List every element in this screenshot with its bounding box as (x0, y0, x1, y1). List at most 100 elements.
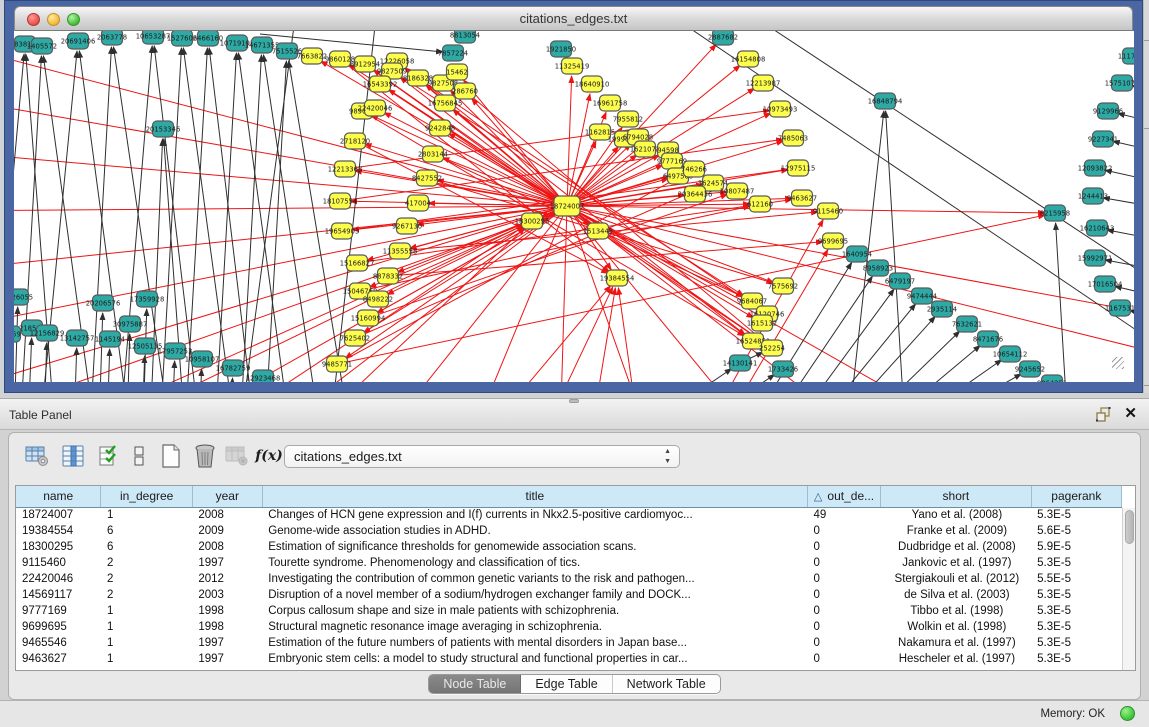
graph-node[interactable]: 9129966 (1093, 103, 1123, 119)
table-cell[interactable]: Tourette syndrome. Phenomenology and cla… (262, 555, 807, 571)
table-cell[interactable]: 5.9E-5 (1031, 539, 1121, 555)
table-row[interactable]: 1872400712008Changes of HCN gene express… (16, 507, 1122, 523)
graph-node[interactable]: 17359928 (130, 291, 165, 307)
graph-node[interactable]: 9242848 (425, 120, 455, 136)
function-builder-icon[interactable]: f(x) (255, 443, 283, 469)
table-cell[interactable]: Dudbridge et al. (2008) (881, 539, 1032, 555)
graph-node[interactable]: 7575692 (768, 278, 798, 294)
table-cell[interactable]: 2 (101, 571, 192, 587)
window-resize-grip[interactable] (1112, 357, 1124, 369)
table-cell[interactable]: 1998 (192, 603, 262, 619)
graph-node[interactable]: 9245652 (1015, 361, 1045, 377)
table-row[interactable]: 911546021997Tourette syndrome. Phenomeno… (16, 555, 1122, 571)
table-cell[interactable]: 0 (807, 571, 880, 587)
table-cell[interactable]: 0 (807, 587, 880, 603)
graph-node[interactable]: 1513445 (583, 223, 613, 239)
graph-node[interactable]: 19654903 (325, 223, 360, 239)
graph-node[interactable]: 33159 (14, 326, 21, 342)
select-column-icon[interactable] (59, 443, 87, 469)
table-cell[interactable]: 22420046 (16, 571, 101, 587)
graph-node[interactable]: 8471676 (973, 331, 1003, 347)
table-scrollbar[interactable] (1122, 508, 1135, 670)
graph-node[interactable]: 8215958 (1040, 205, 1070, 221)
graph-node[interactable]: 9474444 (907, 288, 937, 304)
graph-node[interactable]: 1117243 (1118, 48, 1134, 64)
graph-node[interactable]: 6466160 (193, 31, 223, 46)
table-cell[interactable]: 5.3E-5 (1031, 619, 1121, 635)
table-cell[interactable]: 0 (807, 523, 880, 539)
table-cell[interactable]: 5.5E-5 (1031, 571, 1121, 587)
graph-node[interactable]: 2935114 (927, 301, 957, 317)
graph-node[interactable]: 1145194 (95, 331, 125, 347)
table-cell[interactable]: Nakamura et al. (1997) (881, 635, 1032, 651)
table-cell[interactable]: Investigating the contribution of common… (262, 571, 807, 587)
graph-node[interactable]: 8427552 (412, 170, 442, 186)
table-cell[interactable]: 5.3E-5 (1031, 651, 1121, 667)
table-cell[interactable]: Genome-wide association studies in ADHD. (262, 523, 807, 539)
graph-node[interactable]: 13142757 (60, 330, 95, 346)
graph-node[interactable]: 1244413 (1078, 188, 1108, 204)
graph-node[interactable]: 9115460 (813, 203, 843, 219)
column-checklist-icon[interactable] (95, 443, 123, 469)
graph-node[interactable]: 7857224 (438, 45, 468, 61)
table-cell[interactable]: 1 (101, 651, 192, 667)
graph-node[interactable]: 10654112 (993, 346, 1028, 362)
graph-node[interactable]: 1167531 (1105, 300, 1134, 316)
table-cell[interactable]: 5.6E-5 (1031, 523, 1121, 539)
table-cell[interactable]: 9777169 (16, 603, 101, 619)
graph-node[interactable]: 15462 (446, 64, 468, 80)
graph-node[interactable]: 9267130 (392, 218, 422, 234)
table-row[interactable]: 1938455462009Genome-wide association stu… (16, 523, 1122, 539)
column-header-year[interactable]: year (192, 486, 262, 507)
table-cell[interactable]: 5.3E-5 (1031, 635, 1121, 651)
column-header-title[interactable]: title (262, 486, 807, 507)
column-header-in_degree[interactable]: in_degree (101, 486, 192, 507)
table-cell[interactable]: Structural magnetic resonance image aver… (262, 619, 807, 635)
table-cell[interactable]: 1998 (192, 619, 262, 635)
graph-node[interactable]: 18724007 (550, 196, 585, 216)
table-cell[interactable]: 9465546 (16, 635, 101, 651)
table-cell[interactable]: 49 (807, 507, 880, 523)
graph-node[interactable]: 2803144 (418, 146, 448, 162)
graph-node[interactable]: 16210643 (1080, 220, 1115, 236)
table-cell[interactable]: de Silva et al. (2003) (881, 587, 1032, 603)
graph-node[interactable]: 252254 (759, 340, 785, 356)
table-cell[interactable]: 1 (101, 507, 192, 523)
graph-node[interactable]: 16154808 (731, 51, 766, 67)
graph-node[interactable]: 8498222 (363, 291, 393, 307)
graph-node[interactable]: 8064251 (1037, 375, 1067, 382)
column-header-out_de[interactable]: △ out_de... (807, 486, 880, 507)
table-cell[interactable]: 1 (101, 635, 192, 651)
table-cell[interactable]: Estimation of significance thresholds fo… (262, 539, 807, 555)
graph-node[interactable]: 8813054 (450, 31, 480, 43)
table-cell[interactable]: 0 (807, 619, 880, 635)
table-cell[interactable]: Franke et al. (2009) (881, 523, 1032, 539)
table-cell[interactable]: Disruption of a novel member of a sodium… (262, 587, 807, 603)
table-cell[interactable]: Hescheler et al. (1997) (881, 651, 1032, 667)
graph-node[interactable]: 12975115 (781, 160, 816, 176)
table-cell[interactable]: Yano et al. (2008) (881, 507, 1032, 523)
graph-node[interactable]: 18640910 (575, 76, 610, 92)
new-table-icon[interactable] (157, 443, 185, 469)
table-cell[interactable]: 0 (807, 539, 880, 555)
table-cell[interactable]: 19384554 (16, 523, 101, 539)
graph-node[interactable]: 417004 (405, 195, 431, 211)
graph-node[interactable]: 15160994 (351, 310, 386, 326)
graph-node[interactable]: 612160 (747, 196, 773, 212)
table-cell[interactable]: 2 (101, 587, 192, 603)
table-row[interactable]: 946362711997Embryonic stem cells: a mode… (16, 651, 1122, 667)
network-window[interactable]: citations_edges.txt 18381301405572206914… (4, 0, 1143, 393)
memory-status-indicator[interactable] (1120, 706, 1135, 721)
graph-node[interactable]: 9227341 (1088, 131, 1118, 147)
table-cell[interactable]: 1997 (192, 635, 262, 651)
graph-node[interactable]: 2063778 (97, 31, 127, 45)
graph-node[interactable]: 15751074 (1105, 75, 1134, 91)
table-cell[interactable]: Jankovic et al. (1997) (881, 555, 1032, 571)
graph-node[interactable]: 20691406 (61, 33, 96, 49)
graph-node[interactable]: 1921850 (546, 41, 576, 57)
delete-table-icon[interactable] (191, 443, 219, 469)
table-cell[interactable]: 2009 (192, 523, 262, 539)
graph-node[interactable]: 20153346 (146, 121, 181, 137)
graph-node[interactable]: 9463627 (787, 190, 817, 206)
graph-node[interactable]: 11355558 (383, 243, 418, 259)
